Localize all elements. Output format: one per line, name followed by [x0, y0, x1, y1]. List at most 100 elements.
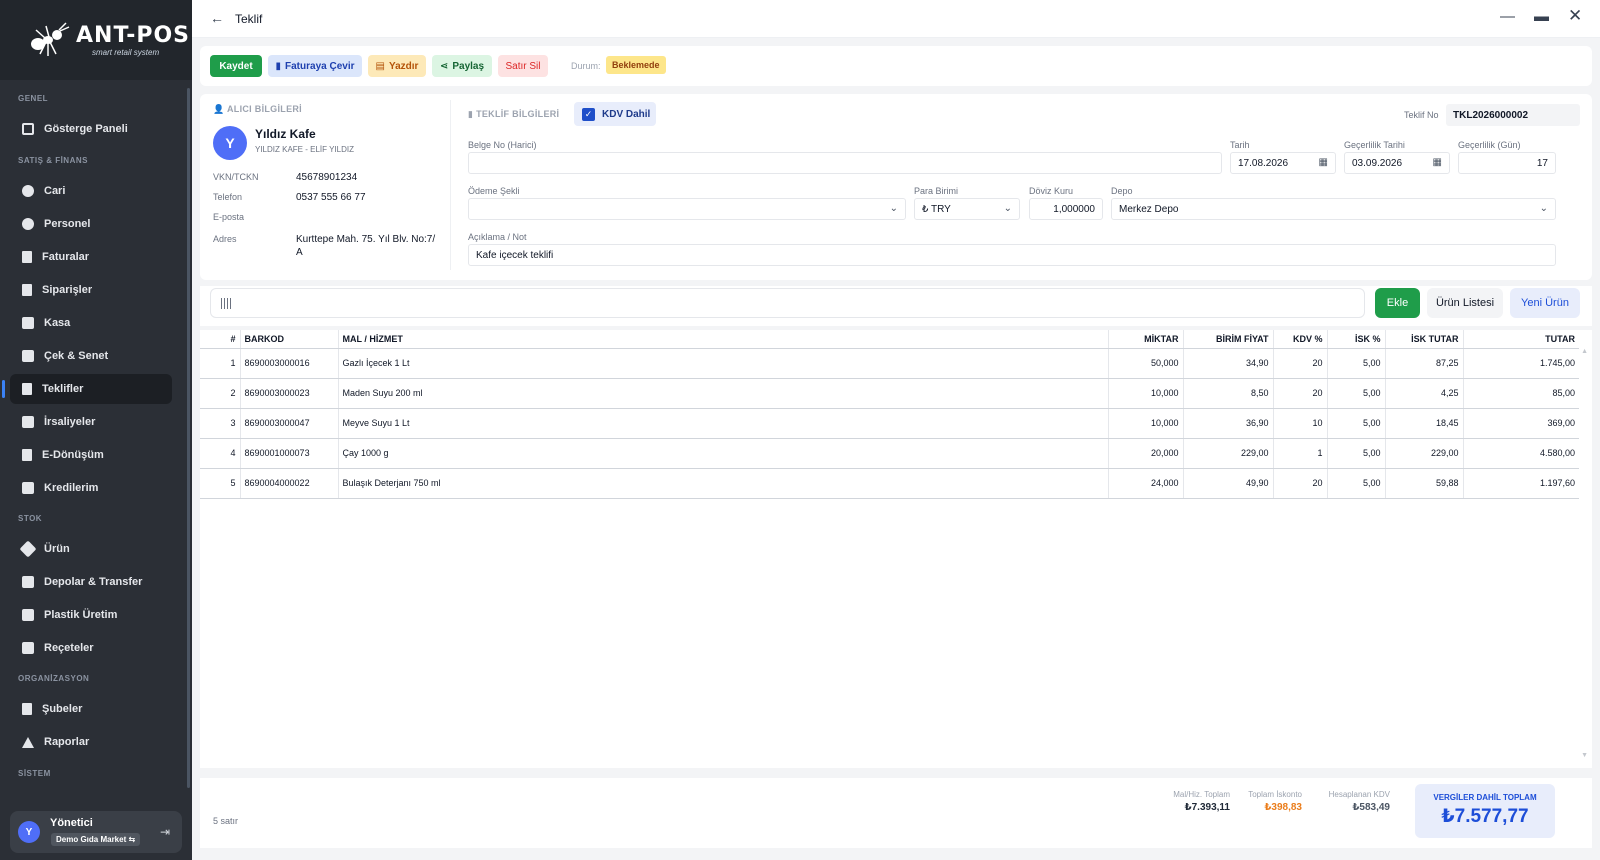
column-header[interactable]: #: [200, 330, 241, 349]
table-row[interactable]: 1 8690003000016 Gazlı İçecek 1 Lt 50,000 34,…: [200, 348, 1579, 379]
barcode-input[interactable]: [210, 288, 1365, 318]
table-cell[interactable]: 49,90: [1183, 468, 1274, 499]
table-cell[interactable]: 10,000: [1108, 378, 1184, 409]
note-input[interactable]: Kafe içecek teklifi: [468, 244, 1556, 266]
sidebar-item-cek-senet[interactable]: Çek & Senet: [10, 341, 172, 371]
user-profile[interactable]: Y Yönetici Demo Gıda Market ⇆ ⇥: [10, 811, 182, 853]
sidebar-item-depolar[interactable]: Depolar & Transfer: [10, 567, 172, 597]
table-cell[interactable]: 8690001000073: [240, 438, 339, 469]
calendar-icon[interactable]: ▦: [1433, 157, 1442, 168]
column-header[interactable]: MİKTAR: [1108, 330, 1184, 349]
sidebar-item-faturalar[interactable]: Faturalar: [10, 242, 172, 272]
column-header[interactable]: BARKOD: [240, 330, 339, 349]
date-input[interactable]: 17.08.2026 ▦: [1230, 152, 1336, 174]
rate-input[interactable]: 1,000000: [1029, 198, 1103, 220]
column-header[interactable]: MAL / HİZMET: [338, 330, 1109, 349]
table-cell[interactable]: 18,45: [1385, 408, 1464, 439]
table-cell[interactable]: 36,90: [1183, 408, 1274, 439]
column-header[interactable]: TUTAR: [1463, 330, 1579, 349]
table-cell[interactable]: 5,00: [1327, 348, 1386, 379]
table-row[interactable]: 4 8690001000073 Çay 1000 g 20,000 229,00 1 5,0…: [200, 438, 1579, 469]
save-button[interactable]: Kaydet: [210, 55, 262, 77]
scroll-up-icon[interactable]: ▲: [1581, 348, 1588, 355]
valid-days-input[interactable]: 17: [1458, 152, 1556, 174]
table-cell[interactable]: 85,00: [1463, 378, 1579, 409]
sidebar-item-dashboard[interactable]: Gösterge Paneli: [10, 114, 172, 144]
table-cell[interactable]: 20: [1273, 468, 1328, 499]
product-list-button[interactable]: Ürün Listesi: [1427, 288, 1503, 318]
column-header[interactable]: KDV %: [1273, 330, 1328, 349]
table-cell[interactable]: 369,00: [1463, 408, 1579, 439]
table-cell[interactable]: 5: [200, 468, 241, 499]
table-cell[interactable]: 1.197,60: [1463, 468, 1579, 499]
table-row[interactable]: 3 8690003000047 Meyve Suyu 1 Lt 10,000 36,90…: [200, 408, 1579, 439]
column-header[interactable]: İSK TUTAR: [1385, 330, 1464, 349]
table-cell[interactable]: 8690004000022: [240, 468, 339, 499]
table-cell[interactable]: 50,000: [1108, 348, 1184, 379]
table-cell[interactable]: Bulaşık Deterjanı 750 ml: [338, 468, 1109, 499]
table-cell[interactable]: 87,25: [1385, 348, 1464, 379]
table-cell[interactable]: 2: [200, 378, 241, 409]
table-cell[interactable]: 1: [200, 348, 241, 379]
sidebar-item-cari[interactable]: Cari: [10, 176, 172, 206]
table-cell[interactable]: 20: [1273, 348, 1328, 379]
table-cell[interactable]: 20: [1273, 378, 1328, 409]
payment-select[interactable]: ⌄: [468, 198, 906, 220]
table-cell[interactable]: 4: [200, 438, 241, 469]
column-header[interactable]: İSK %: [1327, 330, 1386, 349]
table-cell[interactable]: 8690003000016: [240, 348, 339, 379]
share-button[interactable]: ⋖ Paylaş: [432, 55, 492, 77]
table-cell[interactable]: 5,00: [1327, 378, 1386, 409]
table-cell[interactable]: 59,88: [1385, 468, 1464, 499]
minimize-icon[interactable]: —: [1500, 8, 1515, 25]
offer-no-field[interactable]: TKL2026000002: [1446, 104, 1580, 126]
sidebar-item-subeler[interactable]: Şubeler: [10, 694, 172, 724]
table-cell[interactable]: 34,90: [1183, 348, 1274, 379]
calendar-icon[interactable]: ▦: [1319, 157, 1328, 168]
sidebar-item-personel[interactable]: Personel: [10, 209, 172, 239]
sidebar-item-siparisler[interactable]: Siparişler: [10, 275, 172, 305]
table-cell[interactable]: 10: [1273, 408, 1328, 439]
table-cell[interactable]: Çay 1000 g: [338, 438, 1109, 469]
table-cell[interactable]: 8690003000047: [240, 408, 339, 439]
table-cell[interactable]: 3: [200, 408, 241, 439]
add-button[interactable]: Ekle: [1375, 288, 1420, 318]
table-cell[interactable]: 1: [1273, 438, 1328, 469]
back-arrow-icon[interactable]: ←: [210, 10, 224, 26]
table-cell[interactable]: 5,00: [1327, 468, 1386, 499]
table-cell[interactable]: 229,00: [1183, 438, 1274, 469]
table-cell[interactable]: 5,00: [1327, 408, 1386, 439]
logout-icon[interactable]: ⇥: [160, 825, 170, 839]
table-cell[interactable]: 229,00: [1385, 438, 1464, 469]
sidebar-item-teklifler[interactable]: Teklifler: [2, 374, 172, 404]
table-cell[interactable]: 8690003000023: [240, 378, 339, 409]
table-cell[interactable]: Maden Suyu 200 ml: [338, 378, 1109, 409]
sidebar-scrollbar[interactable]: [187, 88, 190, 788]
sidebar-item-urun[interactable]: Ürün: [10, 534, 172, 564]
sidebar-item-kasa[interactable]: Kasa: [10, 308, 172, 338]
sidebar-item-raporlar[interactable]: Raporlar: [10, 727, 172, 757]
table-cell[interactable]: 5,00: [1327, 438, 1386, 469]
new-product-button[interactable]: Yeni Ürün: [1510, 288, 1580, 318]
table-cell[interactable]: 10,000: [1108, 408, 1184, 439]
table-cell[interactable]: 8,50: [1183, 378, 1274, 409]
table-cell[interactable]: 1.745,00: [1463, 348, 1579, 379]
column-header[interactable]: BİRİM FİYAT: [1183, 330, 1274, 349]
table-row[interactable]: 5 8690004000022 Bulaşık Deterjanı 750 ml 24…: [200, 468, 1579, 499]
doc-no-input[interactable]: [468, 152, 1222, 174]
customer-name[interactable]: Yıldız Kafe: [255, 127, 316, 141]
table-cell[interactable]: 24,000: [1108, 468, 1184, 499]
scroll-down-icon[interactable]: ▼: [1581, 752, 1588, 759]
valid-date-input[interactable]: 03.09.2026 ▦: [1344, 152, 1450, 174]
currency-select[interactable]: ₺ TRY ⌄: [914, 198, 1020, 220]
kdv-included-checkbox[interactable]: ✓ KDV Dahil: [574, 102, 656, 126]
print-button[interactable]: ▤ Yazdır: [368, 55, 426, 77]
delete-row-button[interactable]: Satır Sil: [498, 55, 548, 77]
warehouse-select[interactable]: Merkez Depo ⌄: [1111, 198, 1556, 220]
sidebar-item-irsaliyeler[interactable]: İrsaliyeler: [10, 407, 172, 437]
sidebar-item-kredilerim[interactable]: Kredilerim: [10, 473, 172, 503]
table-cell[interactable]: 4,25: [1385, 378, 1464, 409]
table-cell[interactable]: Meyve Suyu 1 Lt: [338, 408, 1109, 439]
close-icon[interactable]: ✕: [1568, 6, 1582, 26]
table-cell[interactable]: 20,000: [1108, 438, 1184, 469]
